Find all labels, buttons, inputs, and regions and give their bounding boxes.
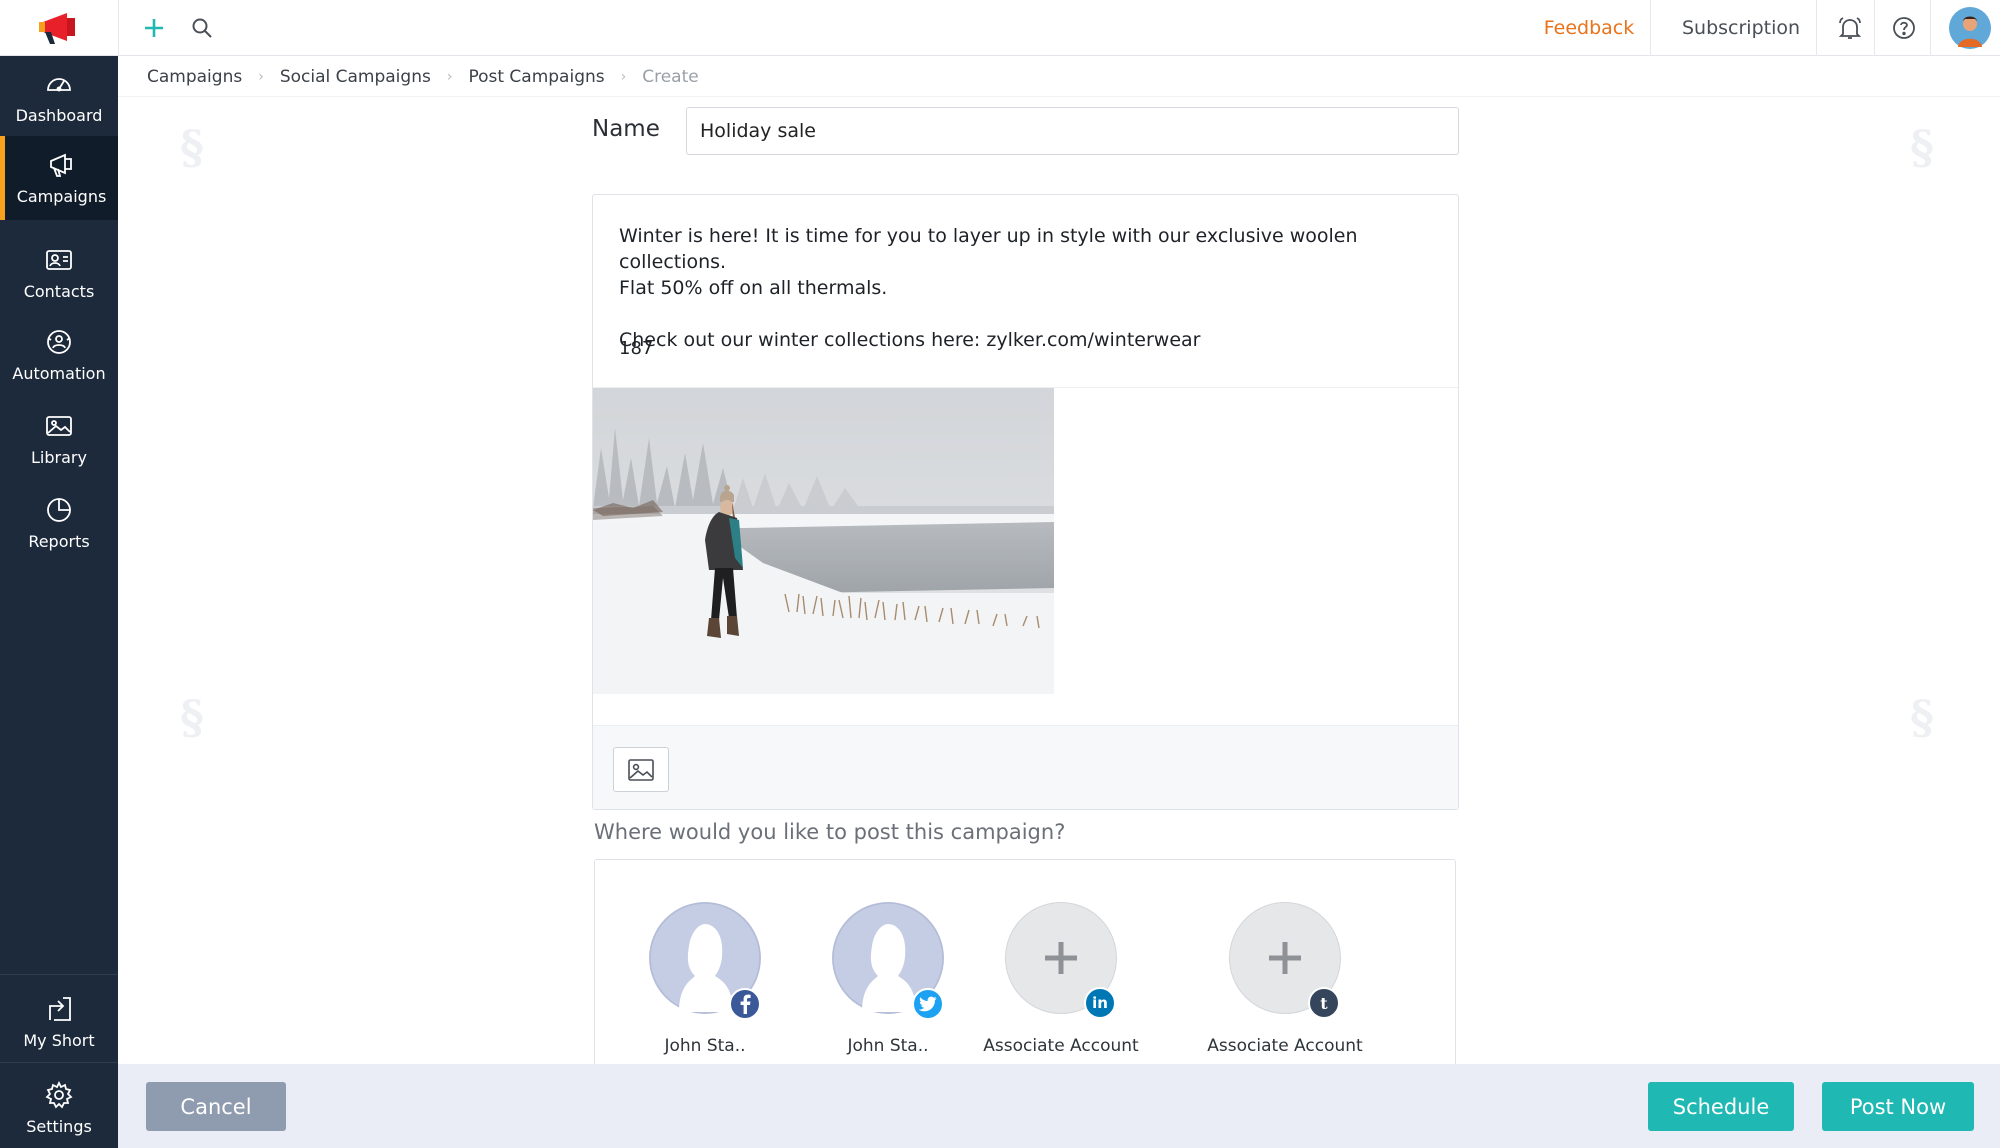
top-bar-divider — [1874, 0, 1875, 56]
breadcrumb: Campaigns › Social Campaigns › Post Camp… — [147, 64, 699, 90]
tumblr-icon: t — [1308, 987, 1340, 1019]
top-bar-divider — [1930, 0, 1931, 56]
search-button[interactable] — [180, 0, 224, 56]
associate-account-label: Associate Account — [1207, 1036, 1363, 1056]
share-arrow-icon — [44, 994, 74, 1024]
gauge-icon — [44, 69, 74, 99]
character-count: 187 — [619, 338, 654, 359]
account-name: John Sta.. — [847, 1036, 929, 1056]
background-watermark: § — [180, 690, 205, 744]
sidebar-item-label: Dashboard — [15, 106, 103, 125]
chevron-right-icon: › — [446, 69, 453, 85]
sidebar-item-reports[interactable]: Reports — [0, 486, 118, 560]
chevron-right-icon: › — [620, 69, 627, 85]
breadcrumb-divider — [118, 96, 2000, 97]
sidebar-item-campaigns[interactable]: Campaigns — [0, 136, 118, 220]
associate-linkedin-account[interactable]: in Associate Account — [961, 902, 1161, 1056]
name-label: Name — [592, 116, 660, 142]
account-twitter[interactable]: John Sta.. — [788, 902, 988, 1056]
contact-card-icon — [44, 245, 74, 275]
logo[interactable] — [0, 0, 118, 56]
subscription-link[interactable]: Subscription — [1666, 0, 1816, 56]
automation-icon — [44, 327, 74, 357]
account-name: John Sta.. — [664, 1036, 746, 1056]
profile-placeholder-avatar — [649, 902, 761, 1020]
linkedin-icon: in — [1084, 987, 1116, 1019]
breadcrumb-social-campaigns[interactable]: Social Campaigns — [280, 67, 431, 87]
sidebar-item-label: My Short — [23, 1031, 95, 1050]
background-watermark: § — [1910, 690, 1935, 744]
top-bar-divider — [118, 0, 119, 56]
composer-toolbar — [593, 725, 1458, 809]
sidebar-item-contacts[interactable]: Contacts — [0, 236, 118, 310]
sidebar-item-library[interactable]: Library — [0, 402, 118, 476]
account-facebook[interactable]: John Sta.. — [605, 902, 805, 1056]
breadcrumb-post-campaigns[interactable]: Post Campaigns — [468, 67, 604, 87]
social-accounts-panel: John Sta.. John Sta.. in Associate Accou… — [594, 859, 1456, 1064]
post-destination-label: Where would you like to post this campai… — [594, 820, 1066, 844]
chevron-right-icon: › — [258, 69, 264, 85]
background-watermark: § — [1910, 120, 1935, 174]
profile-placeholder-avatar — [832, 902, 944, 1020]
sidebar-item-my-short[interactable]: My Short — [0, 980, 118, 1064]
feedback-link[interactable]: Feedback — [1524, 0, 1654, 56]
avatar-icon — [1949, 7, 1991, 49]
top-bar-divider — [1650, 0, 1651, 56]
media-preview-area — [593, 387, 1458, 723]
notifications-button[interactable] — [1826, 0, 1874, 56]
post-text-line: Flat 50% off on all thermals. — [619, 277, 888, 299]
sidebar-divider — [0, 974, 118, 975]
megaphone-icon — [47, 150, 77, 180]
campaign-name-input[interactable] — [686, 107, 1459, 155]
post-message-text[interactable]: Winter is here! It is time for you to la… — [619, 223, 1439, 353]
add-account-placeholder: t — [1229, 902, 1341, 1019]
add-button[interactable] — [132, 0, 176, 56]
cancel-button[interactable]: Cancel — [146, 1082, 286, 1131]
post-now-button[interactable]: Post Now — [1822, 1082, 1974, 1131]
breadcrumb-campaigns[interactable]: Campaigns — [147, 67, 242, 87]
gear-icon — [44, 1080, 74, 1110]
sidebar-item-label: Campaigns — [16, 187, 107, 206]
sidebar-item-label: Automation — [12, 364, 106, 383]
megaphone-logo-icon — [39, 12, 75, 44]
bell-icon — [1838, 17, 1862, 39]
search-icon — [192, 18, 212, 38]
attached-photo[interactable] — [593, 388, 1054, 694]
help-icon — [1893, 17, 1915, 39]
pie-chart-icon — [44, 495, 74, 525]
help-button[interactable] — [1880, 0, 1928, 56]
user-avatar[interactable] — [1948, 0, 1992, 56]
plus-icon — [145, 19, 163, 37]
schedule-button[interactable]: Schedule — [1648, 1082, 1794, 1131]
sidebar-item-settings[interactable]: Settings — [0, 1068, 118, 1148]
sidebar-item-dashboard[interactable]: Dashboard — [0, 60, 118, 134]
action-bar: Cancel Schedule Post Now — [118, 1064, 2000, 1148]
sidebar-item-label: Settings — [26, 1117, 92, 1136]
image-library-icon — [44, 411, 74, 441]
post-text-line: Check out our winter collections here: z… — [619, 329, 1201, 351]
post-composer[interactable]: Winter is here! It is time for you to la… — [592, 194, 1459, 810]
add-image-button[interactable] — [613, 747, 669, 792]
sidebar: Dashboard Campaigns Contacts Automation — [0, 0, 118, 1148]
post-text-line: Winter is here! It is time for you to la… — [619, 225, 1358, 273]
sidebar-item-label: Contacts — [23, 282, 95, 301]
breadcrumb-create: Create — [642, 67, 699, 87]
background-watermark: § — [180, 120, 205, 174]
sidebar-divider — [0, 1062, 118, 1063]
associate-account-label: Associate Account — [983, 1036, 1139, 1056]
image-icon — [628, 758, 654, 781]
top-bar: Feedback Subscription — [118, 0, 2000, 56]
associate-tumblr-account[interactable]: t Associate Account — [1185, 902, 1385, 1056]
sidebar-item-automation[interactable]: Automation — [0, 318, 118, 392]
sidebar-item-label: Reports — [28, 532, 90, 551]
sidebar-item-label: Library — [31, 448, 87, 467]
top-bar-divider — [1816, 0, 1817, 56]
add-account-placeholder: in — [1005, 902, 1117, 1019]
twitter-icon — [912, 988, 944, 1020]
facebook-icon — [729, 988, 761, 1020]
